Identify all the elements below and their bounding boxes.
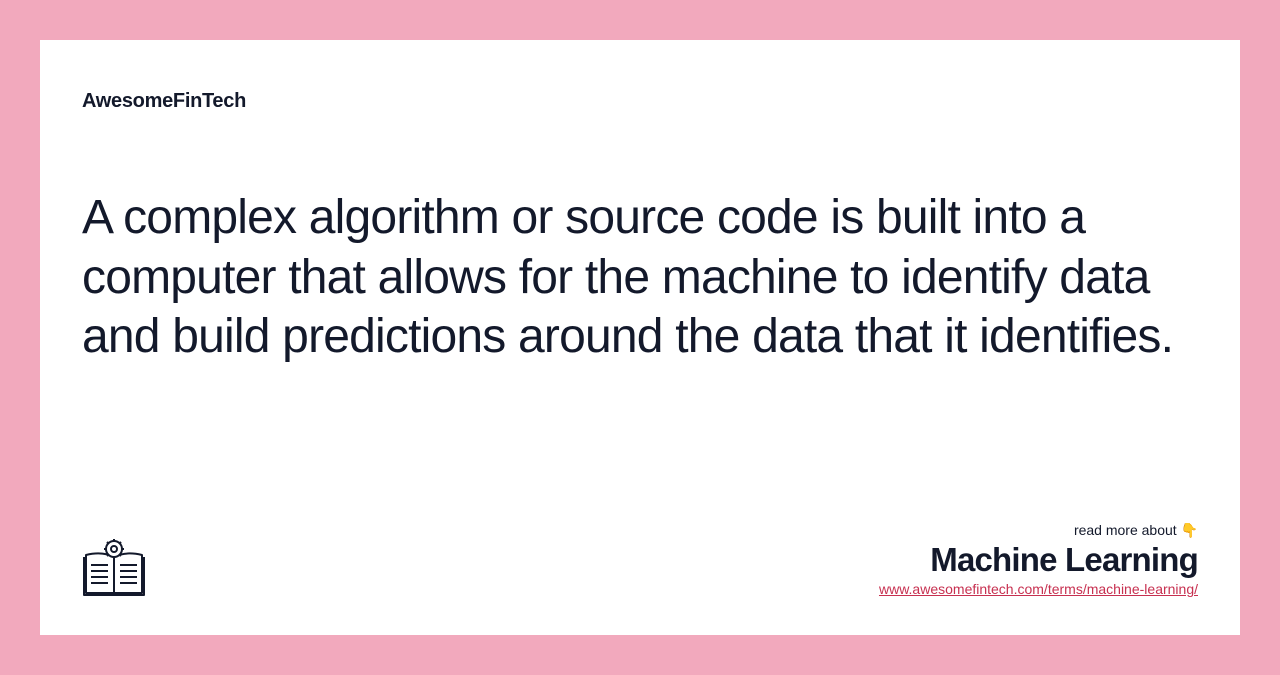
read-more-label: read more about 👇 [1074,522,1198,539]
topic-link[interactable]: www.awesomefintech.com/terms/machine-lea… [879,581,1198,597]
brand-name: AwesomeFinTech [82,90,1198,113]
content-card: AwesomeFinTech A complex algorithm or so… [40,40,1240,635]
footer-right: read more about 👇 Machine Learning www.a… [879,522,1198,597]
description-text: A complex algorithm or source code is bu… [82,188,1198,367]
book-icon [82,537,146,597]
topic-title: Machine Learning [930,541,1198,579]
footer: read more about 👇 Machine Learning www.a… [82,522,1198,597]
